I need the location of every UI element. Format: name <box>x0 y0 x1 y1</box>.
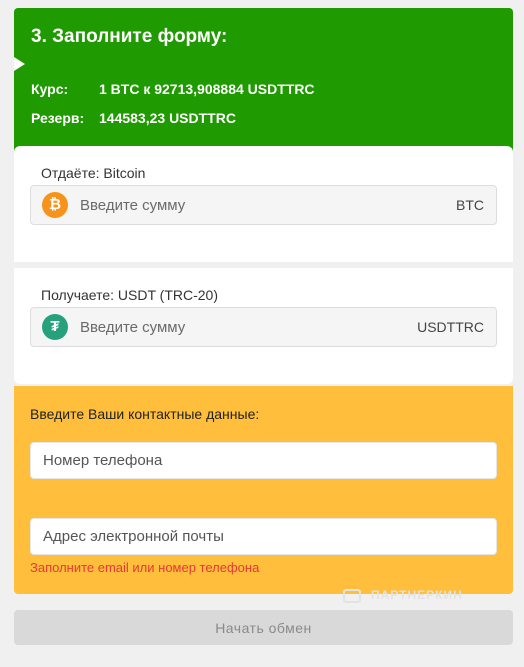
give-label: Отдаёте: Bitcoin <box>41 165 146 181</box>
reserve-row: Резерв: 144583,23 USDTTRC <box>31 110 236 126</box>
get-currency-code: USDTTRC <box>417 319 484 335</box>
give-amount-placeholder: Введите сумму <box>80 197 186 214</box>
reserve-value: 144583,23 USDTTRC <box>99 110 236 126</box>
header-arrow-icon <box>14 57 25 71</box>
get-amount-placeholder: Введите сумму <box>80 319 186 336</box>
contact-section: Введите Ваши контактные данные: Заполнит… <box>14 386 513 594</box>
give-card: Отдаёте: Bitcoin ₿ Введите сумму BTC <box>14 146 513 262</box>
give-currency-code: BTC <box>456 197 484 213</box>
contact-error-message: Заполните email или номер телефона <box>30 560 260 575</box>
rate-row: Курс: 1 BTC к 92713,908884 USDTTRC <box>31 81 315 97</box>
get-amount-input[interactable]: ₮ Введите сумму USDTTRC <box>30 307 497 347</box>
start-exchange-button[interactable]: Начать обмен <box>14 610 513 645</box>
reserve-label: Резерв: <box>31 110 85 126</box>
email-input[interactable] <box>30 518 497 555</box>
bitcoin-icon: ₿ <box>42 192 68 218</box>
watermark-text: ПАРТНЕРКИН <box>371 588 463 602</box>
get-card: Получаете: USDT (TRC-20) ₮ Введите сумму… <box>14 268 513 384</box>
rate-value: 1 BTC к 92713,908884 USDTTRC <box>99 81 315 97</box>
tether-icon: ₮ <box>42 314 68 340</box>
watermark: ПАРТНЕРКИН <box>343 588 463 603</box>
form-header: 3. Заполните форму: Курс: 1 BTC к 92713,9… <box>14 8 513 154</box>
watermark-logo-icon <box>343 588 361 603</box>
rate-label: Курс: <box>31 81 69 97</box>
give-amount-input[interactable]: ₿ Введите сумму BTC <box>30 185 497 225</box>
phone-input[interactable] <box>30 442 497 479</box>
form-title: 3. Заполните форму: <box>31 26 228 47</box>
contact-title: Введите Ваши контактные данные: <box>30 406 260 422</box>
get-label: Получаете: USDT (TRC-20) <box>41 287 219 303</box>
